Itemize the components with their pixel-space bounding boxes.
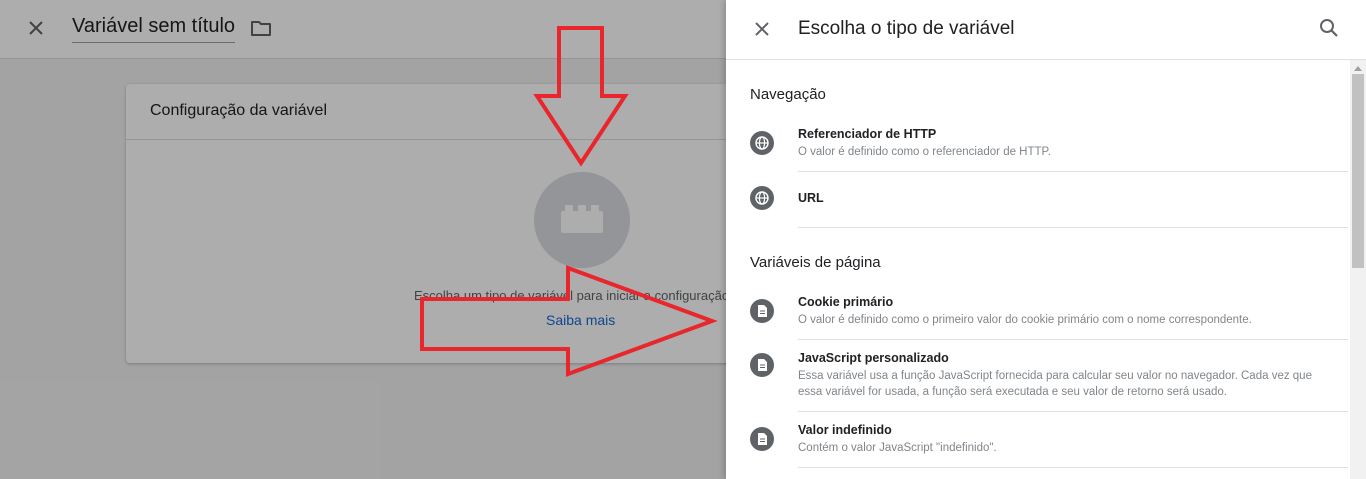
variable-type-panel: Escolha o tipo de variável Navegação Ref… [726,0,1366,479]
panel-header: Escolha o tipo de variável [726,0,1366,60]
item-name: Referenciador de HTTP [798,127,937,141]
item-description: O valor é definido como o referenciador … [798,146,1051,158]
item-description: Essa variável usa a função JavaScript fo… [798,370,1312,398]
variable-type-item-url[interactable]: URL [726,172,1348,228]
item-name: Valor indefinido [798,423,892,437]
variable-type-item-http-referrer[interactable]: Referenciador de HTTP O valor é definido… [726,120,1348,172]
document-icon [750,427,774,451]
globe-icon [750,131,774,155]
item-description: O valor é definido como o primeiro valor… [798,314,1252,326]
item-divider [798,227,1348,228]
item-divider [798,467,1348,468]
search-icon[interactable] [1317,16,1341,40]
document-icon [750,353,774,377]
variable-type-list: Navegação Referenciador de HTTP O valor … [726,60,1350,479]
variable-type-item-custom-javascript[interactable]: JavaScript personalizado Essa variável u… [726,340,1348,412]
variable-type-item-first-party-cookie[interactable]: Cookie primário O valor é definido como … [726,288,1348,340]
close-icon[interactable] [750,17,774,41]
section-title-variaveis-de-pagina: Variáveis de página [750,254,881,271]
item-name: JavaScript personalizado [798,351,949,365]
scrollbar-thumb[interactable] [1352,74,1364,268]
item-name: Cookie primário [798,295,894,309]
globe-icon [750,186,774,210]
panel-title: Escolha o tipo de variável [798,18,1015,39]
section-title-navegacao: Navegação [750,86,826,103]
panel-scrollbar[interactable] [1350,60,1366,479]
variable-type-item-undefined-value[interactable]: Valor indefinido Contém o valor JavaScri… [726,412,1348,468]
item-name: URL [798,191,824,205]
item-description: Contém o valor JavaScript "indefinido". [798,442,997,454]
document-icon [750,299,774,323]
scroll-up-arrow-icon[interactable] [1354,66,1362,71]
